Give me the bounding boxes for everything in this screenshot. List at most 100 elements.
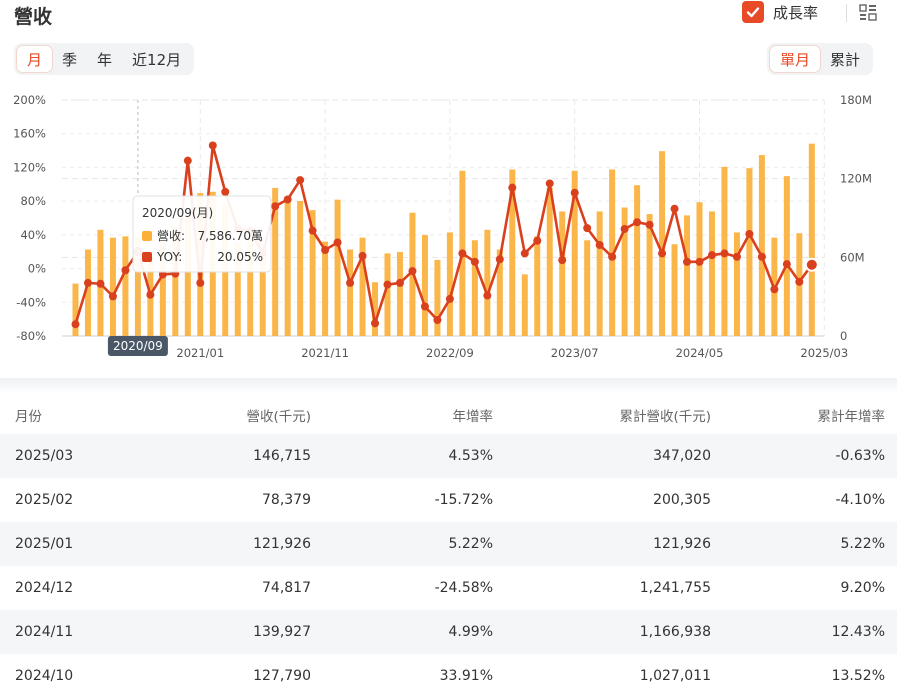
- yoy-point[interactable]: [658, 249, 667, 258]
- revenue-bar[interactable]: [746, 168, 753, 336]
- yoy-point[interactable]: [732, 252, 741, 261]
- yoy-point[interactable]: [520, 249, 529, 258]
- yoy-point[interactable]: [271, 202, 280, 211]
- yoy-point[interactable]: [196, 278, 205, 287]
- yoy-point[interactable]: [558, 256, 567, 265]
- growth-rate-toggle[interactable]: 成長率: [742, 1, 818, 23]
- yoy-point[interactable]: [395, 278, 404, 287]
- tab-month[interactable]: 月: [17, 46, 53, 72]
- yoy-point[interactable]: [321, 246, 330, 255]
- yoy-point[interactable]: [146, 290, 155, 299]
- table-row: 2025/01 121,926 5.22% 121,926 5.22%: [0, 522, 897, 566]
- revenue-bar[interactable]: [297, 200, 304, 336]
- revenue-bar[interactable]: [708, 211, 715, 336]
- yoy-point[interactable]: [71, 320, 80, 329]
- yoy-point[interactable]: [695, 257, 704, 266]
- revenue-bar[interactable]: [546, 187, 553, 336]
- tab-quarter[interactable]: 季: [52, 46, 87, 72]
- layout-toggle-icon[interactable]: [858, 3, 878, 23]
- yoy-point[interactable]: [420, 302, 429, 311]
- yoy-point[interactable]: [96, 279, 105, 288]
- revenue-bar[interactable]: [808, 143, 815, 336]
- yoy-point[interactable]: [358, 251, 367, 260]
- revenue-bar[interactable]: [534, 236, 541, 336]
- table-header: 月份 營收(千元) 年增率 累計營收(千元) 累計年增率: [0, 396, 897, 434]
- yoy-point[interactable]: [495, 255, 504, 264]
- yoy-point[interactable]: [757, 252, 766, 261]
- revenue-bar[interactable]: [322, 241, 329, 336]
- yoy-point[interactable]: [183, 156, 192, 165]
- yoy-point[interactable]: [583, 224, 592, 233]
- tab-year[interactable]: 年: [87, 46, 122, 72]
- yoy-point[interactable]: [683, 257, 692, 266]
- revenue-bar[interactable]: [396, 252, 403, 336]
- revenue-bar[interactable]: [783, 176, 790, 336]
- yoy-point[interactable]: [670, 204, 679, 213]
- tab-single-month[interactable]: 單月: [770, 46, 821, 72]
- yoy-point[interactable]: [770, 285, 779, 294]
- yoy-point[interactable]: [296, 176, 305, 185]
- tab-cumulative[interactable]: 累計: [820, 46, 870, 72]
- yoy-point[interactable]: [83, 278, 92, 287]
- revenue-bar[interactable]: [596, 211, 603, 336]
- yoy-point[interactable]: [633, 218, 642, 227]
- revenue-bar[interactable]: [434, 259, 441, 336]
- left-axis-tick-label: 0%: [28, 262, 46, 276]
- yoy-point[interactable]: [221, 187, 230, 196]
- revenue-bar[interactable]: [634, 185, 641, 336]
- yoy-point[interactable]: [458, 249, 467, 258]
- yoy-point[interactable]: [795, 277, 804, 286]
- revenue-bar[interactable]: [671, 244, 678, 336]
- revenue-bar[interactable]: [584, 240, 591, 336]
- yoy-point[interactable]: [533, 236, 542, 245]
- revenue-bar[interactable]: [696, 202, 703, 336]
- yoy-point[interactable]: [208, 141, 217, 150]
- revenue-bar[interactable]: [521, 274, 528, 336]
- revenue-bar[interactable]: [733, 232, 740, 336]
- tab-last-12-months[interactable]: 近12月: [122, 46, 191, 72]
- revenue-bar[interactable]: [559, 211, 566, 336]
- yoy-point[interactable]: [545, 179, 554, 188]
- yoy-point[interactable]: [433, 315, 442, 324]
- yoy-point[interactable]: [408, 267, 417, 276]
- yoy-point[interactable]: [645, 220, 654, 229]
- yoy-point[interactable]: [608, 252, 617, 261]
- yoy-point[interactable]: [508, 183, 517, 192]
- revenue-bar[interactable]: [446, 232, 453, 336]
- revenue-bar[interactable]: [484, 229, 491, 336]
- yoy-point[interactable]: [570, 188, 579, 197]
- cell-yoy: -24.58%: [434, 580, 493, 596]
- growth-rate-checkbox[interactable]: [742, 1, 764, 23]
- revenue-bar[interactable]: [758, 155, 765, 336]
- yoy-point[interactable]: [483, 291, 492, 300]
- yoy-point[interactable]: [804, 257, 819, 272]
- yoy-point[interactable]: [470, 257, 479, 266]
- revenue-bar[interactable]: [284, 200, 291, 336]
- yoy-point[interactable]: [283, 195, 292, 204]
- cell-cumulative-revenue: 347,020: [653, 448, 711, 464]
- revenue-bar[interactable]: [684, 215, 691, 336]
- yoy-point[interactable]: [371, 319, 380, 328]
- revenue-bar[interactable]: [471, 240, 478, 336]
- yoy-point[interactable]: [595, 240, 604, 249]
- revenue-bar[interactable]: [109, 237, 116, 336]
- mode-tabs: 單月 累計: [767, 43, 874, 75]
- yoy-point[interactable]: [108, 292, 117, 301]
- yoy-point[interactable]: [333, 238, 342, 247]
- left-axis-tick-label: 160%: [13, 127, 46, 141]
- revenue-bar[interactable]: [347, 249, 354, 336]
- yoy-point[interactable]: [782, 260, 791, 269]
- revenue-bar[interactable]: [334, 199, 341, 336]
- yoy-point[interactable]: [308, 226, 317, 235]
- revenue-bar[interactable]: [421, 235, 428, 336]
- yoy-point[interactable]: [620, 224, 629, 233]
- yoy-point[interactable]: [720, 249, 729, 258]
- yoy-point[interactable]: [445, 294, 454, 303]
- yoy-point[interactable]: [383, 280, 392, 289]
- revenue-bar[interactable]: [122, 236, 129, 336]
- yoy-point[interactable]: [121, 266, 130, 275]
- yoy-point[interactable]: [707, 251, 716, 260]
- cell-cumulative-revenue: 1,241,755: [639, 580, 711, 596]
- yoy-point[interactable]: [346, 278, 355, 287]
- yoy-point[interactable]: [745, 230, 754, 239]
